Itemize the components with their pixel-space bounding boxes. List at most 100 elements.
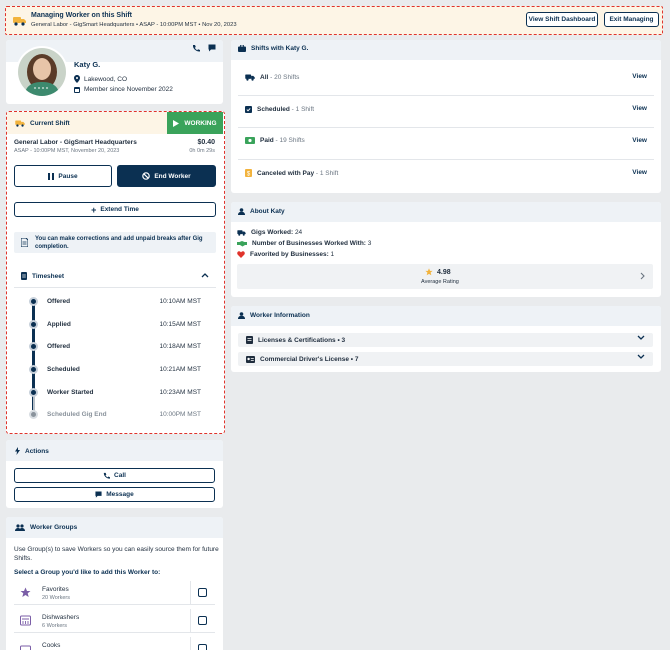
timesheet-time: 10:15AM MST xyxy=(159,320,201,328)
view-shift-dashboard-button[interactable]: View Shift Dashboard xyxy=(526,12,598,27)
managing-banner: Managing Worker on this Shift General La… xyxy=(5,6,663,35)
timeline-dot xyxy=(29,387,38,397)
shift-row-canceled[interactable]: $ Canceled with Pay - 1 Shift xyxy=(245,169,338,177)
lightning-icon xyxy=(15,447,20,455)
timesheet-row: Scheduled 10:21AM MST xyxy=(7,363,217,375)
timesheet-time: 10:10AM MST xyxy=(159,297,201,305)
message-icon[interactable] xyxy=(208,44,216,52)
chevron-up-icon[interactable] xyxy=(201,272,209,278)
timesheet-header[interactable]: Timesheet xyxy=(21,272,64,280)
call-button[interactable]: Call xyxy=(14,468,215,483)
profile-location-row: Lakewood, CO xyxy=(74,75,127,83)
shift-row-scheduled[interactable]: Scheduled - 1 Shift xyxy=(245,105,314,113)
rating-label: Average Rating xyxy=(421,279,459,285)
extend-time-button[interactable]: + Extend Time xyxy=(14,202,216,217)
group-row-favorites[interactable]: Favorites 20 Workers xyxy=(14,581,215,605)
money-icon xyxy=(245,137,255,144)
truck-icon xyxy=(15,119,25,127)
truck-icon xyxy=(237,229,246,236)
timesheet-time: 10:00PM MST xyxy=(159,410,201,418)
shift-title: General Labor - GigSmart Headquarters xyxy=(14,139,137,146)
group-count: 20 Workers xyxy=(42,595,71,601)
timesheet-icon xyxy=(21,272,27,280)
group-checkbox[interactable] xyxy=(198,644,207,650)
message-button[interactable]: Message xyxy=(14,487,215,502)
message-icon xyxy=(95,491,102,498)
banner-title: Managing Worker on this Shift xyxy=(31,12,132,19)
shift-row-label: Paid xyxy=(260,137,274,144)
document-icon xyxy=(21,238,28,247)
shift-duration: 0h 0m 29s xyxy=(189,148,215,154)
average-rating-box[interactable]: 4.98 Average Rating xyxy=(237,264,653,289)
shift-subtitle: ASAP - 10:00PM MST, November 20, 2023 xyxy=(14,148,120,154)
shift-row-count: - 1 Shift xyxy=(314,169,339,177)
timesheet-divider xyxy=(14,287,216,288)
timesheet-label: Worker Started xyxy=(47,388,94,396)
shift-row-count: - 20 Shifts xyxy=(268,73,300,81)
worker-info-header: Worker Information xyxy=(238,312,310,319)
businesses-label: Number of Businesses Worked With: xyxy=(252,240,366,247)
view-link-canceled[interactable]: View xyxy=(632,169,647,176)
gigs-worked-value: 24 xyxy=(293,229,303,236)
view-link-scheduled[interactable]: View xyxy=(632,105,647,112)
ban-icon xyxy=(142,172,151,180)
view-link-all[interactable]: View xyxy=(632,73,647,80)
shift-row-label: Scheduled xyxy=(257,105,290,113)
users-icon xyxy=(15,524,25,531)
heart-icon xyxy=(237,251,245,258)
timeline-dot-pending xyxy=(29,409,38,419)
group-checkbox[interactable] xyxy=(198,588,207,597)
corrections-info-box: You can make corrections and add unpaid … xyxy=(14,232,216,253)
licenses-accordion[interactable]: Licenses & Certifications • 3 xyxy=(238,333,653,347)
actions-card: Actions Call Message xyxy=(6,440,223,508)
checkbox-divider xyxy=(190,581,191,605)
timesheet-label: Timesheet xyxy=(32,272,65,280)
actions-label: Actions xyxy=(25,447,49,455)
phone-icon xyxy=(103,472,111,479)
cdl-accordion[interactable]: Commercial Driver's License • 7 xyxy=(238,352,653,366)
shift-row-paid[interactable]: Paid - 19 Shifts xyxy=(245,137,305,144)
working-status-text: WORKING xyxy=(184,119,217,127)
chevron-down-icon xyxy=(637,335,645,341)
phone-icon[interactable] xyxy=(192,44,200,52)
businesses-row: Number of Businesses Worked With: 3 xyxy=(237,240,371,247)
pause-button[interactable]: Pause xyxy=(14,165,112,187)
group-row-dishwashers[interactable]: Dishwashers 6 Workers xyxy=(14,609,215,633)
about-header: About Katy xyxy=(238,208,285,215)
play-icon xyxy=(173,119,180,127)
rating-value-row: 4.98 xyxy=(425,268,451,276)
shifts-card: Shifts with Katy G. All - 20 Shifts View… xyxy=(231,40,661,193)
worker-groups-description: Use Group(s) to save Workers so you can … xyxy=(14,546,219,562)
calendar-check-icon xyxy=(245,105,252,113)
group-row-cooks[interactable]: Cooks xyxy=(14,637,215,650)
dishwasher-icon xyxy=(20,615,31,626)
extend-time-label: Extend Time xyxy=(100,206,139,213)
corrections-info-text: You can make corrections and add unpaid … xyxy=(35,236,203,250)
shift-row-count: - 19 Shifts xyxy=(273,137,305,144)
current-shift-card: Current Shift WORKING General Labor - Gi… xyxy=(6,111,225,434)
end-worker-button[interactable]: End Worker xyxy=(117,165,216,187)
shift-row-all[interactable]: All - 20 Shifts xyxy=(245,73,299,81)
handshake-icon xyxy=(237,240,247,247)
view-link-paid[interactable]: View xyxy=(632,137,647,144)
shifts-label: Shifts with Katy G. xyxy=(251,45,309,52)
cdl-label: Commercial Driver's License • 7 xyxy=(260,355,359,363)
chevron-right-icon[interactable] xyxy=(640,272,645,280)
working-status-badge: WORKING xyxy=(167,112,223,134)
favorited-row: Favorited by Businesses: 1 xyxy=(237,251,334,258)
group-checkbox[interactable] xyxy=(198,616,207,625)
favorited-value: 1 xyxy=(328,251,335,258)
message-label: Message xyxy=(106,491,134,498)
timeline-dot xyxy=(29,341,38,351)
group-name: Dishwashers xyxy=(42,614,80,621)
worker-groups-header: Worker Groups xyxy=(15,524,77,531)
timesheet-label: Applied xyxy=(47,320,71,328)
current-shift-label: Current Shift xyxy=(30,119,70,127)
truck-icon xyxy=(13,15,26,26)
certificate-icon xyxy=(246,336,253,344)
timesheet-row: Offered 10:18AM MST xyxy=(7,340,217,352)
timesheet-time: 10:18AM MST xyxy=(159,342,201,350)
exit-managing-button[interactable]: Exit Managing xyxy=(604,12,659,27)
worker-groups-label: Worker Groups xyxy=(30,524,78,531)
shift-row-divider xyxy=(238,159,654,160)
